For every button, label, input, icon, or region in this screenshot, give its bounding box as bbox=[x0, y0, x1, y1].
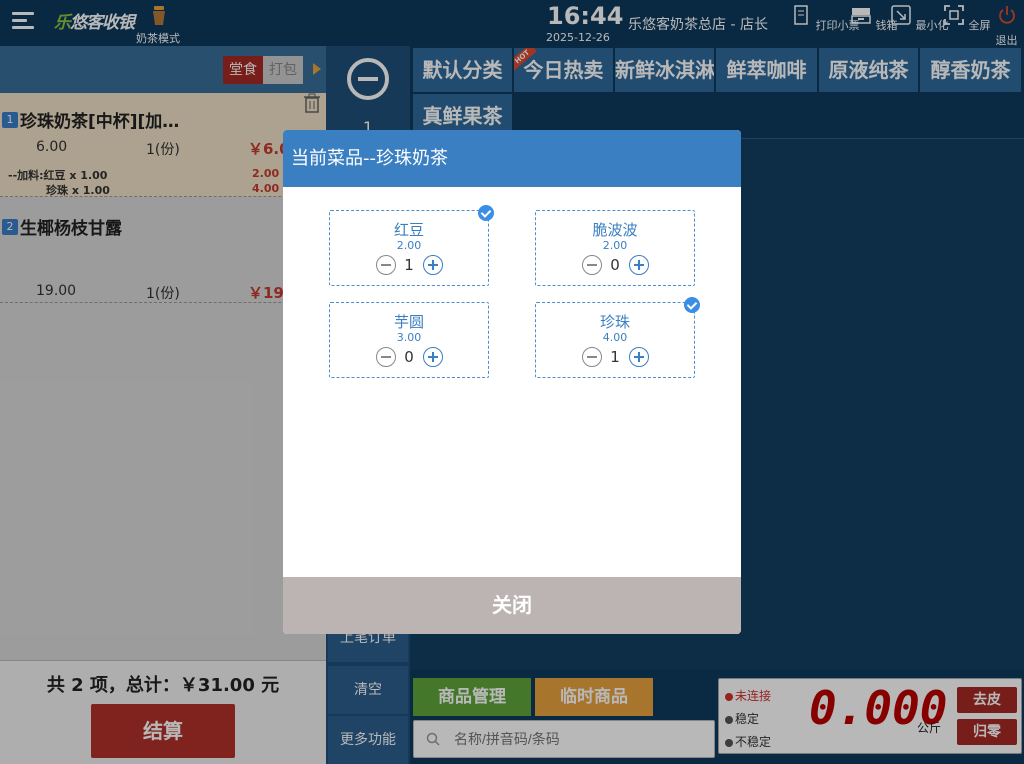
minus-circle-icon[interactable] bbox=[376, 347, 396, 367]
addon-name: 珍珠 bbox=[599, 313, 630, 331]
addon-qty: 0 bbox=[610, 256, 620, 274]
qty-stepper: 0 bbox=[536, 255, 694, 277]
addon-qty: 1 bbox=[610, 348, 620, 366]
addon-card[interactable]: 芋圆 3.00 0 bbox=[329, 302, 489, 378]
addon-price: 2.00 bbox=[602, 239, 628, 252]
close-button[interactable]: 关闭 bbox=[283, 577, 741, 634]
addon-qty: 1 bbox=[404, 256, 414, 274]
plus-circle-icon[interactable] bbox=[423, 255, 443, 275]
check-icon bbox=[478, 205, 494, 221]
qty-stepper: 1 bbox=[330, 255, 488, 277]
addon-name: 脆波波 bbox=[592, 221, 638, 239]
plus-circle-icon[interactable] bbox=[423, 347, 443, 367]
addon-price: 4.00 bbox=[602, 331, 628, 344]
plus-circle-icon[interactable] bbox=[629, 347, 649, 367]
addon-price: 2.00 bbox=[396, 239, 422, 252]
dialog-title: 当前菜品--珍珠奶茶 bbox=[283, 130, 741, 187]
check-icon bbox=[684, 297, 700, 313]
addon-card[interactable]: 脆波波 2.00 0 bbox=[535, 210, 695, 286]
addon-name: 红豆 bbox=[393, 221, 424, 239]
addon-price: 3.00 bbox=[396, 331, 422, 344]
addon-dialog: 当前菜品--珍珠奶茶 红豆 2.00 1 脆波波 2.00 0 芋圆 3.00 … bbox=[283, 130, 741, 634]
minus-circle-icon[interactable] bbox=[376, 255, 396, 275]
qty-stepper: 0 bbox=[330, 347, 488, 369]
addon-name: 芋圆 bbox=[393, 313, 424, 331]
plus-circle-icon[interactable] bbox=[629, 255, 649, 275]
addon-qty: 0 bbox=[404, 348, 414, 366]
qty-stepper: 1 bbox=[536, 347, 694, 369]
minus-circle-icon[interactable] bbox=[582, 255, 602, 275]
addon-card[interactable]: 红豆 2.00 1 bbox=[329, 205, 494, 286]
addon-card[interactable]: 珍珠 4.00 1 bbox=[535, 297, 700, 378]
minus-circle-icon[interactable] bbox=[582, 347, 602, 367]
